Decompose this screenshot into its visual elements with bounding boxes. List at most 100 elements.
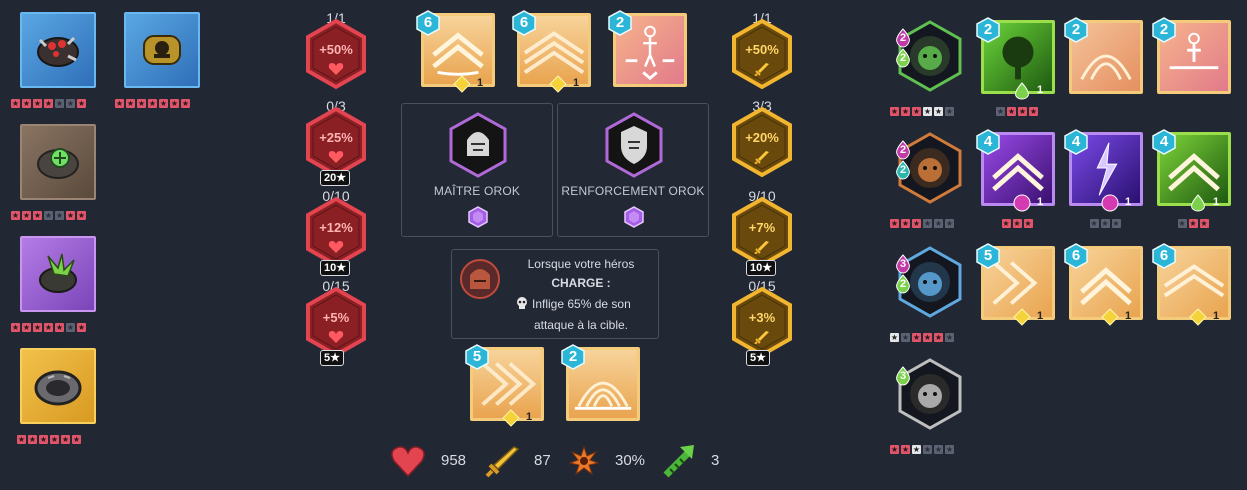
ring-iron-icon xyxy=(34,370,82,406)
hero-1-skill-3[interactable]: 2 xyxy=(1152,17,1231,94)
hero-3-skill-3[interactable]: 61 xyxy=(1152,243,1231,326)
skill-level-value: 4 xyxy=(1071,133,1081,150)
ring-slot-2[interactable] xyxy=(124,12,200,88)
crit-stat-value: 30% xyxy=(615,452,646,469)
hero-level-drop-icon: 3 xyxy=(894,366,912,386)
hero-2-skill-1[interactable]: 41 xyxy=(976,129,1055,212)
hero-level-drop-icon: 2 xyxy=(894,160,912,180)
skill-tile-top-3[interactable]: 2 xyxy=(608,10,687,87)
skill-level-value: 2 xyxy=(983,21,993,38)
skill-level-badge: 4 xyxy=(1152,129,1176,155)
ring-slot-4[interactable] xyxy=(20,236,96,312)
orok-shield-emblem-icon xyxy=(605,112,663,178)
hero-avatar-1[interactable]: 22 xyxy=(894,20,962,92)
hero-star-icon: ★ xyxy=(890,219,899,228)
skill-star-icon: ★ xyxy=(1023,219,1033,228)
level-requirement-badge: 5★ xyxy=(746,350,770,366)
ring-star-icon: ★ xyxy=(44,323,53,332)
ring-star-icon: ★ xyxy=(170,99,179,108)
gem-drop-icon: 1 xyxy=(1013,82,1043,100)
hero-star-icon: ★ xyxy=(923,219,932,228)
gem-diamond-icon: 1 xyxy=(453,75,483,93)
ring-star-icon: ★ xyxy=(11,323,20,332)
ring-slot-3[interactable] xyxy=(20,124,96,200)
hero-star-icon: ★ xyxy=(945,219,954,228)
hero-1-skill-1[interactable]: 21 xyxy=(976,17,1055,100)
hp-bonus-hex-2[interactable]: +25% xyxy=(304,106,368,178)
skill-star-icon: ★ xyxy=(1111,219,1121,228)
hero-star-icon: ★ xyxy=(945,107,954,116)
hp-bonus-hex-3[interactable]: +12% xyxy=(304,196,368,268)
hero-stars: ★ ★ ★ ★ ★ ★ xyxy=(890,219,954,228)
skill-level-value: 4 xyxy=(1159,133,1169,150)
gem-diamond-icon: 1 xyxy=(549,75,579,93)
hero-level-drop-icon: 2 xyxy=(894,48,912,68)
renforcement-orok-panel[interactable]: RENFORCEMENT OROK xyxy=(557,103,709,237)
ring-slot-5[interactable] xyxy=(20,348,96,424)
skill-star-icon: ★ xyxy=(996,107,1005,116)
hero-avatar-3[interactable]: 32 xyxy=(894,246,962,318)
skill-tile-bottom-1[interactable]: 5 1 xyxy=(465,344,544,427)
hero-stars: ★ ★ ★ ★ ★ ★ xyxy=(890,333,954,342)
heart-icon xyxy=(328,63,344,75)
hero-star-icon: ★ xyxy=(945,445,954,454)
hp-bonus-hex-1[interactable]: +50% xyxy=(304,18,368,90)
hero-avatar-4[interactable]: 3 xyxy=(894,358,962,430)
hero-1-skill-2[interactable]: 2 xyxy=(1064,17,1143,94)
hero-level-drop-icon: 3 xyxy=(894,254,912,274)
level-requirement-badge: 10★ xyxy=(746,260,777,276)
sword-icon xyxy=(754,241,769,254)
ring-star-icon: ★ xyxy=(44,99,53,108)
hero-3-skill-2[interactable]: 61 xyxy=(1064,243,1143,326)
skill-star-icon: ★ xyxy=(1199,219,1209,228)
atk-bonus-value: +20% xyxy=(745,130,779,145)
skill-level-badge: 6 xyxy=(1064,243,1088,269)
hp-bonus-hex-4[interactable]: +5% xyxy=(304,286,368,358)
skill-tile-top-1[interactable]: 6 1 xyxy=(416,10,495,93)
hero-3-skill-1[interactable]: 51 xyxy=(976,243,1055,326)
hero-star-icon: ★ xyxy=(912,219,921,228)
hero-star-icon: ★ xyxy=(934,107,943,116)
ring-star-icon: ★ xyxy=(22,99,31,108)
purple-gem-icon xyxy=(624,206,644,228)
charge-keyword: CHARGE : xyxy=(551,276,611,290)
hero-2-skill-3[interactable]: 41 xyxy=(1152,129,1231,212)
hero-star-icon: ★ xyxy=(901,445,910,454)
hero-star-icon: ★ xyxy=(945,333,954,342)
hero-level-drop-icon: 2 xyxy=(894,28,912,48)
skill-star-icon: ★ xyxy=(1012,219,1022,228)
atk-bonus-hex-4[interactable]: +3% xyxy=(730,286,794,358)
atk-bonus-hex-3[interactable]: +7% xyxy=(730,196,794,268)
hero-avatar-2[interactable]: 22 xyxy=(894,132,962,204)
ring-slot-1[interactable] xyxy=(20,12,96,88)
skill-level-value: 4 xyxy=(983,133,993,150)
ring-star-icon: ★ xyxy=(148,99,157,108)
atk-bonus-hex-2[interactable]: +20% xyxy=(730,106,794,178)
gem-value: 1 xyxy=(1212,196,1220,208)
ring-star-icon: ★ xyxy=(44,211,53,220)
skill-level-value: 2 xyxy=(1071,21,1081,38)
skill-tile-top-2[interactable]: 6 1 xyxy=(512,10,591,93)
gem-diamond-icon: 1 xyxy=(1013,308,1043,326)
purple-gem-icon xyxy=(468,206,488,228)
heart-icon xyxy=(328,331,344,343)
ring-star-icon: ★ xyxy=(11,211,20,220)
maitre-orok-panel[interactable]: MAÎTRE OROK xyxy=(401,103,553,237)
hero-star-icon: ★ xyxy=(912,333,921,342)
ring-star-icon: ★ xyxy=(77,323,86,332)
atk-bonus-hex-1[interactable]: +50% xyxy=(730,18,794,90)
skill-level-value: 6 xyxy=(1071,247,1081,264)
hero-2-skill-2[interactable]: 41 xyxy=(1064,129,1143,212)
skill-tile-bottom-2[interactable]: 2 xyxy=(561,344,640,421)
ring-star-icon: ★ xyxy=(33,211,42,220)
hero-star-icon: ★ xyxy=(934,333,943,342)
gem-value: 1 xyxy=(1036,84,1044,96)
ring-star-icon: ★ xyxy=(28,435,37,444)
skill-stars: ★ ★ ★ xyxy=(1089,219,1121,228)
hero-level-value: 2 xyxy=(899,278,907,290)
heart-icon xyxy=(328,241,344,253)
hp-stat-value: 958 xyxy=(441,452,467,469)
sword-icon xyxy=(754,331,769,344)
ring-star-icon: ★ xyxy=(50,435,59,444)
skill-level-value: 5 xyxy=(983,247,993,264)
